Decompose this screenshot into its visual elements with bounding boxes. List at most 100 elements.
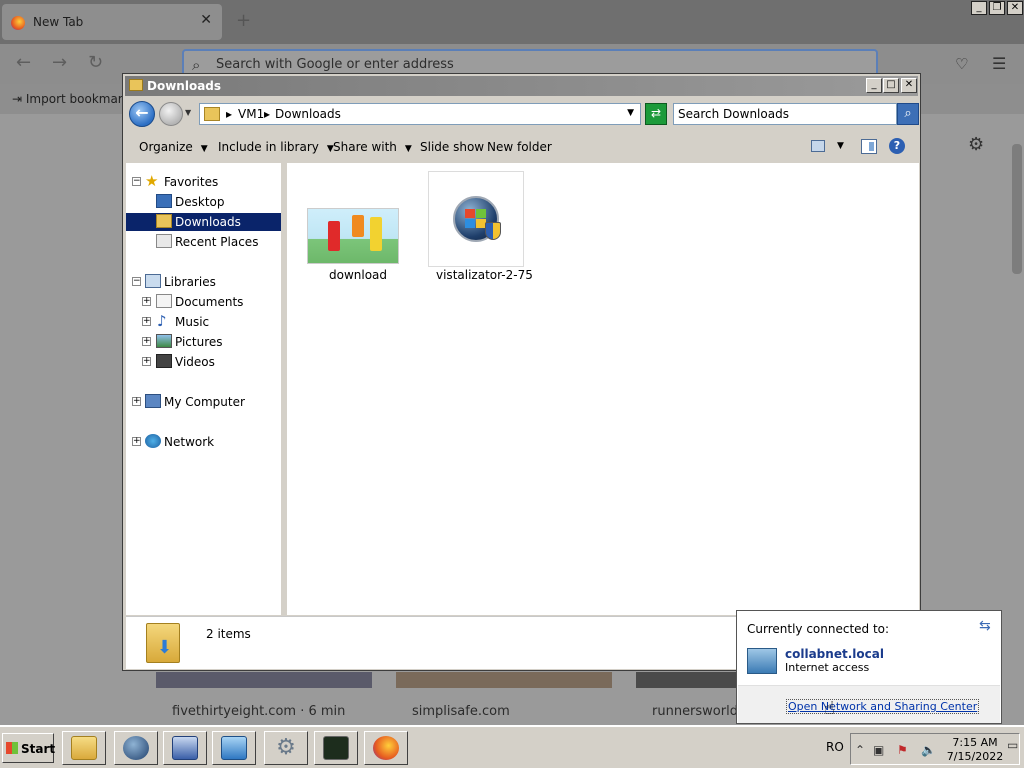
- back-button[interactable]: ←: [129, 101, 155, 127]
- nav-my-computer[interactable]: + My Computer: [126, 393, 281, 411]
- preview-pane-button[interactable]: [861, 139, 877, 154]
- minimize-browser-button[interactable]: _: [971, 1, 987, 15]
- taskbar-media-button[interactable]: [114, 731, 158, 765]
- view-options-dropdown-icon[interactable]: ▼: [837, 141, 844, 151]
- start-button[interactable]: Start: [2, 733, 56, 763]
- search-input[interactable]: [678, 105, 873, 123]
- start-label: Start: [21, 742, 56, 756]
- nav-item-music[interactable]: + ♪ Music: [126, 312, 281, 331]
- close-button[interactable]: ✕: [901, 78, 917, 93]
- clock-date: 7/15/2022: [946, 750, 1004, 763]
- crumb-separator-icon[interactable]: ▸: [226, 107, 232, 121]
- refresh-button[interactable]: ⇄: [645, 103, 667, 125]
- nav-favorites[interactable]: − ★ Favorites: [126, 172, 281, 191]
- share-with-label: Share with: [333, 140, 397, 154]
- share-with-button[interactable]: Share with ▼: [333, 140, 412, 154]
- chevron-down-icon: ▼: [404, 144, 412, 154]
- new-folder-button[interactable]: New folder: [487, 140, 552, 154]
- network-tray-icon[interactable]: ▣: [873, 743, 884, 757]
- chevron-down-icon: ▼: [200, 144, 208, 154]
- taskbar-control-panel-button[interactable]: [212, 731, 256, 765]
- nav-item-desktop[interactable]: Desktop: [126, 193, 281, 211]
- hamburger-menu-icon[interactable]: ☰: [992, 54, 1006, 73]
- nav-label: Documents: [175, 295, 244, 309]
- character-figure: [352, 215, 364, 237]
- language-indicator[interactable]: RO: [826, 740, 844, 754]
- taskbar-firefox-button[interactable]: [364, 731, 408, 765]
- pocket-icon[interactable]: ♡: [955, 55, 968, 73]
- nav-network[interactable]: + Network: [126, 433, 281, 451]
- expand-icon[interactable]: +: [132, 437, 141, 446]
- maximize-button[interactable]: □: [883, 78, 899, 93]
- show-hidden-icons-chevron-icon[interactable]: ⌃: [855, 743, 865, 757]
- title-bar[interactable]: Downloads _ □ ✕: [125, 76, 918, 96]
- downloads-folder-icon: [156, 214, 172, 228]
- nav-item-recent-places[interactable]: Recent Places: [126, 233, 281, 251]
- nav-label: Libraries: [164, 275, 216, 289]
- search-button[interactable]: ⌕: [897, 103, 919, 125]
- include-in-library-label: Include in library: [218, 140, 319, 154]
- open-network-sharing-center-link[interactable]: Open Network and Sharing Center: [786, 699, 980, 714]
- forward-arrow-icon[interactable]: →: [52, 52, 67, 73]
- action-center-icon[interactable]: ⚑: [897, 743, 908, 757]
- nav-item-pictures[interactable]: + Pictures: [126, 333, 281, 351]
- clock[interactable]: 7:15 AM 7/15/2022: [945, 736, 1005, 764]
- expand-icon[interactable]: +: [142, 337, 151, 346]
- top-site-thumbnail[interactable]: [156, 672, 372, 688]
- change-view-icon[interactable]: [811, 140, 825, 152]
- organize-button[interactable]: Organize ▼: [139, 140, 208, 154]
- tab-new-tab[interactable]: New Tab ✕: [2, 4, 222, 40]
- settings-gear-icon[interactable]: ⚙: [968, 134, 984, 155]
- address-dropdown-icon[interactable]: ▼: [627, 108, 634, 118]
- scrollbar-thumb[interactable]: [1012, 144, 1022, 274]
- page-scrollbar[interactable]: [1010, 114, 1024, 725]
- windows-flag-icon: [6, 742, 18, 754]
- show-desktop-icon[interactable]: ▭: [1007, 738, 1018, 752]
- taskbar-task-manager-button[interactable]: [314, 731, 358, 765]
- top-site-label[interactable]: simplisafe.com: [412, 704, 510, 719]
- nav-libraries[interactable]: − Libraries: [126, 273, 281, 291]
- nav-item-documents[interactable]: + Documents: [126, 293, 281, 311]
- help-icon[interactable]: ?: [889, 138, 905, 154]
- expand-icon[interactable]: +: [142, 317, 151, 326]
- collapse-icon[interactable]: −: [132, 177, 141, 186]
- window-title: Downloads: [147, 79, 222, 93]
- firefox-icon: [11, 16, 25, 30]
- taskbar-app-button[interactable]: [163, 731, 207, 765]
- nav-item-videos[interactable]: + Videos: [126, 353, 281, 371]
- top-site-thumbnail[interactable]: [396, 672, 612, 688]
- top-site-label[interactable]: fivethirtyeight.com · 6 min: [172, 704, 345, 719]
- file-name: vistalizator-2-75: [436, 268, 533, 282]
- network-globe-icon: [145, 434, 161, 448]
- recent-pages-dropdown[interactable]: ▼: [185, 108, 191, 117]
- system-tray: ⌃ ▣ ⚑ 🔈 7:15 AM 7/15/2022 ▭: [850, 733, 1020, 765]
- close-browser-button[interactable]: ✕: [1007, 1, 1023, 15]
- url-placeholder: Search with Google or enter address: [216, 57, 454, 72]
- forward-button[interactable]: [159, 102, 183, 126]
- taskbar-settings-button[interactable]: ⚙: [264, 731, 308, 765]
- taskbar-explorer-button[interactable]: [62, 731, 106, 765]
- search-box[interactable]: [673, 103, 897, 125]
- include-in-library-button[interactable]: Include in library ▼: [218, 140, 334, 154]
- close-tab-icon[interactable]: ✕: [200, 12, 212, 28]
- expand-icon[interactable]: +: [142, 357, 151, 366]
- task-manager-icon: [323, 736, 349, 760]
- reload-icon[interactable]: ↻: [88, 52, 103, 73]
- recent-places-icon: [156, 234, 172, 248]
- slide-show-button[interactable]: Slide show: [420, 140, 484, 154]
- expand-icon[interactable]: +: [142, 297, 151, 306]
- address-bar[interactable]: ▸ VM1 ▸ Downloads ▼: [199, 103, 641, 125]
- back-arrow-icon[interactable]: ←: [16, 52, 31, 73]
- minimize-button[interactable]: _: [866, 78, 882, 93]
- restore-browser-button[interactable]: ❐: [989, 1, 1005, 15]
- top-site-thumbnail[interactable]: [636, 672, 736, 688]
- crumb-separator-icon[interactable]: ▸: [264, 107, 270, 121]
- nav-item-downloads[interactable]: Downloads: [126, 213, 281, 231]
- expand-icon[interactable]: +: [132, 397, 141, 406]
- breadcrumb-downloads[interactable]: Downloads: [275, 107, 341, 121]
- collapse-icon[interactable]: −: [132, 277, 141, 286]
- breadcrumb-vm1[interactable]: VM1: [238, 107, 264, 121]
- volume-icon[interactable]: 🔈: [921, 743, 936, 757]
- new-tab-button[interactable]: +: [236, 10, 251, 31]
- file-list: download vistalizator-2-75: [287, 163, 919, 615]
